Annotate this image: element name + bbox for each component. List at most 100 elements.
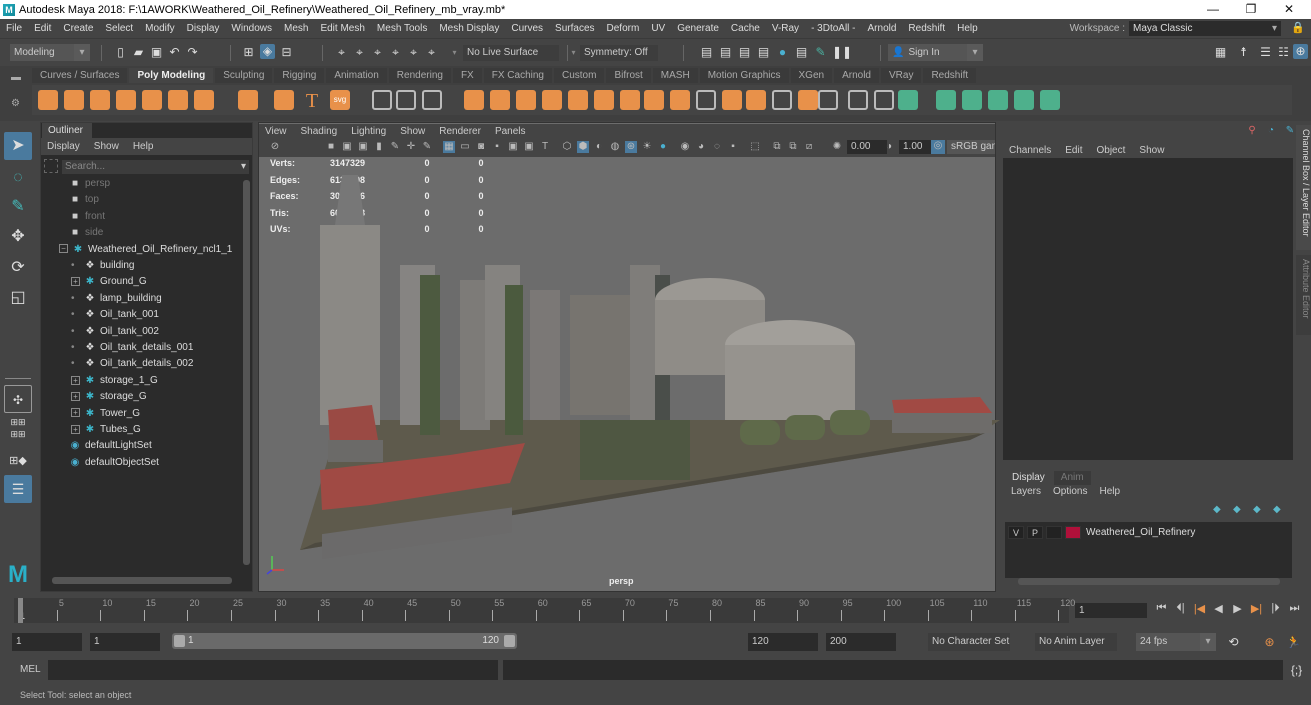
current-frame-indicator[interactable] — [18, 598, 23, 623]
select-camera-icon[interactable]: ■ — [325, 141, 337, 153]
expand-icon[interactable]: + — [71, 277, 80, 287]
isolate-select-icon[interactable]: ⬚ — [749, 141, 761, 153]
channelbox-menu-object[interactable]: Object — [1097, 145, 1126, 156]
measure-icon[interactable] — [396, 90, 416, 110]
lock-icon[interactable]: 🔒 — [1291, 21, 1305, 36]
tab-display[interactable]: Display — [1005, 471, 1052, 485]
outliner-tab[interactable]: Outliner — [42, 123, 92, 138]
outliner-filter-icon[interactable] — [44, 159, 58, 173]
camera-bookmark-icon[interactable]: ▣ — [357, 141, 369, 153]
refinery-3d-model[interactable] — [280, 165, 1000, 575]
layer-menu-layers[interactable]: Layers — [1011, 486, 1041, 500]
menu-display[interactable]: Display — [187, 23, 220, 34]
layer-playback-toggle[interactable]: P — [1027, 525, 1043, 539]
automatic-uv-icon[interactable] — [936, 90, 956, 110]
planar-uv-icon[interactable] — [848, 90, 868, 110]
cut-uv-icon[interactable] — [1014, 90, 1034, 110]
shelf-tab-sculpting[interactable]: Sculpting — [215, 68, 273, 83]
outliner-item[interactable]: + ✱ storage_G — [41, 389, 241, 405]
menu-v-ray[interactable]: V-Ray — [772, 23, 799, 34]
go-to-start-button[interactable]: ⏮ — [1152, 602, 1171, 615]
motion-blur-icon[interactable]: ◕ — [695, 141, 707, 153]
outliner-item[interactable]: + ✱ Tubes_G — [41, 422, 241, 438]
step-back-key-button[interactable]: ⏴| — [1171, 602, 1190, 615]
fill-hole-icon[interactable] — [722, 90, 742, 110]
rotate-tool-icon[interactable]: ⟳ — [4, 254, 32, 282]
move-tool-icon[interactable]: ✥ — [4, 223, 32, 251]
render-view-icon[interactable]: ▤ — [794, 45, 809, 60]
outliner-item[interactable]: ◉ defaultObjectSet — [41, 455, 241, 471]
undo-icon[interactable]: ↶ — [167, 45, 182, 60]
platonic-solid-icon[interactable] — [238, 90, 258, 110]
outliner-item[interactable]: • ❖ building — [41, 258, 241, 274]
outliner-item[interactable]: − ✱ Weathered_Oil_Refinery_ncl1_1 — [41, 242, 241, 258]
minimize-button[interactable]: — — [1195, 0, 1231, 19]
two-d-pan-zoom-icon[interactable]: ✛ — [405, 141, 417, 153]
channelbox-menu-edit[interactable]: Edit — [1065, 145, 1082, 156]
poly-cylinder-icon[interactable] — [90, 90, 110, 110]
tab-anim[interactable]: Anim — [1053, 471, 1091, 485]
shelf-tab-bifrost[interactable]: Bifrost — [606, 68, 651, 83]
channelbox-menu-show[interactable]: Show — [1139, 145, 1164, 156]
super-shape-icon[interactable] — [274, 90, 294, 110]
outliner-item[interactable]: • ❖ Oil_tank_002 — [41, 324, 241, 340]
outliner-menu-help[interactable]: Help — [133, 141, 154, 152]
outliner-item[interactable]: ◉ defaultLightSet — [41, 438, 241, 454]
edit-icon[interactable]: ✎ — [1283, 125, 1297, 137]
snap-view-plane-icon[interactable]: ⌖ — [388, 45, 403, 60]
bevel-icon[interactable] — [620, 90, 640, 110]
chevron-down-icon[interactable]: ▾ — [566, 45, 581, 60]
film-gate-icon[interactable]: ▭ — [459, 141, 471, 153]
outliner-item[interactable]: + ✱ Tower_G — [41, 406, 241, 422]
workspace-dropdown[interactable]: Maya Classic — [1129, 21, 1281, 36]
anim-layer-dropdown[interactable]: No Anim Layer — [1035, 633, 1117, 651]
menu-mesh[interactable]: Mesh — [284, 23, 308, 34]
target-weld-icon[interactable] — [772, 90, 792, 110]
chevron-down-icon[interactable]: ▾ — [447, 45, 462, 60]
play-backward-button[interactable]: ◀ — [1209, 602, 1228, 615]
camera-lock-icon[interactable]: ▣ — [341, 141, 353, 153]
poly-sphere-icon[interactable] — [38, 90, 58, 110]
viewport-menu-view[interactable]: View — [265, 126, 287, 137]
move-layer-up-icon[interactable]: ◆ — [1213, 504, 1227, 515]
shelf-tab-mash[interactable]: MASH — [652, 68, 698, 83]
snap-live-icon[interactable]: ⌖ — [406, 45, 421, 60]
wireframe-on-shaded-icon[interactable]: ◍ — [609, 141, 621, 153]
go-to-end-button[interactable]: ⏭ — [1285, 602, 1304, 615]
poly-disc-icon[interactable] — [194, 90, 214, 110]
menu-edit[interactable]: Edit — [34, 23, 51, 34]
menu-deform[interactable]: Deform — [607, 23, 640, 34]
shadows-icon[interactable]: ● — [657, 141, 669, 153]
menu-help[interactable]: Help — [957, 23, 978, 34]
poly-torus-icon[interactable] — [142, 90, 162, 110]
redo-icon[interactable]: ↷ — [185, 45, 200, 60]
shelf-tab-arnold[interactable]: Arnold — [834, 68, 879, 83]
smooth-icon[interactable] — [542, 90, 562, 110]
xray-components-icon[interactable]: ⧄ — [803, 141, 815, 153]
image-plane-icon[interactable]: ✎ — [389, 141, 401, 153]
sign-in-dropdown[interactable]: 👤 Sign In ▾ — [888, 44, 983, 61]
wireframe-icon[interactable]: ⬡ — [561, 141, 573, 153]
grid-toggle-icon[interactable]: ▦ — [443, 141, 455, 153]
menu-arnold[interactable]: Arnold — [868, 23, 897, 34]
pause-icon[interactable]: ❚❚ — [832, 45, 852, 60]
snap-curve-icon[interactable]: ⌖ — [352, 45, 367, 60]
view-transform-dropdown[interactable]: sRGB gamma — [947, 140, 995, 154]
menu-generate[interactable]: Generate — [677, 23, 719, 34]
auto-key-icon[interactable]: ⊛ — [1262, 635, 1277, 650]
checker-icon[interactable] — [962, 90, 982, 110]
maximize-button[interactable]: ❐ — [1233, 0, 1269, 19]
viewport-menu-renderer[interactable]: Renderer — [439, 126, 481, 137]
viewport-menu-show[interactable]: Show — [400, 126, 425, 137]
menu-create[interactable]: Create — [63, 23, 93, 34]
exposure-icon[interactable]: ✺ — [831, 141, 843, 153]
spherical-uv-icon[interactable] — [898, 90, 918, 110]
mirror-icon[interactable] — [372, 90, 392, 110]
step-forward-key-button[interactable]: |⏵ — [1266, 602, 1285, 615]
expand-icon[interactable]: + — [71, 408, 80, 418]
command-input[interactable] — [48, 660, 498, 680]
animation-preferences-icon[interactable]: 🏃 — [1286, 635, 1301, 650]
bridge-icon[interactable] — [644, 90, 664, 110]
viewport-menu-shading[interactable]: Shading — [301, 126, 338, 137]
multi-cut-icon[interactable] — [746, 90, 766, 110]
